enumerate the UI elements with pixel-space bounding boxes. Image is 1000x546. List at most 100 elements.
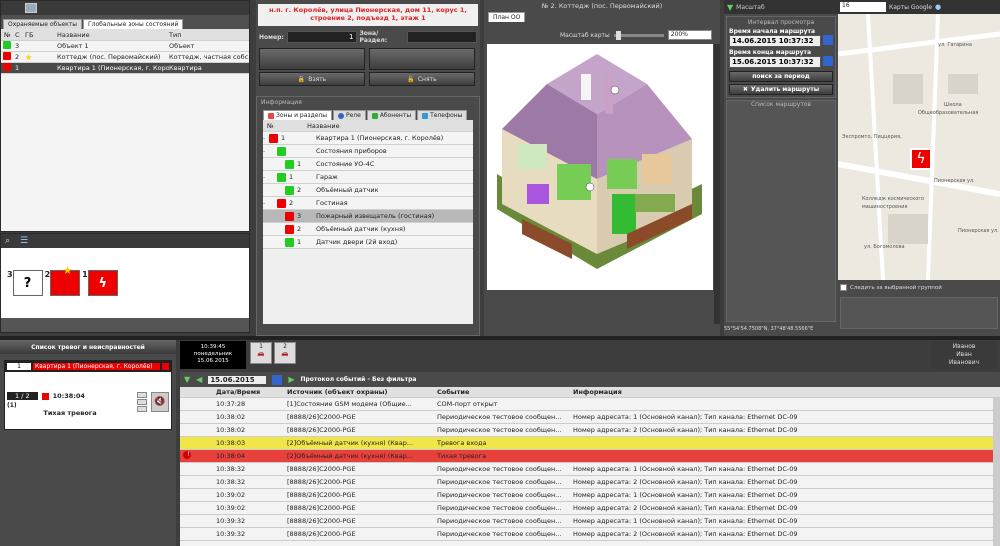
calendar-icon[interactable] bbox=[272, 374, 283, 385]
vehicle-1-icon[interactable]: 1 🚗 bbox=[250, 342, 272, 364]
event-row[interactable]: 10:38:03 [2]Объёмный датчик (кухня) (Ква… bbox=[180, 437, 1000, 450]
event-row[interactable]: 10:39:02 [8888/26]С2000-PGE Периодическо… bbox=[180, 489, 1000, 502]
expand-icon[interactable]: - bbox=[263, 148, 277, 155]
globe-icon[interactable]: ● bbox=[935, 3, 941, 11]
action-button[interactable] bbox=[137, 406, 147, 412]
event-row[interactable]: 10:39:32 [8888/26]С2000-PGE Периодическо… bbox=[180, 515, 1000, 528]
action-button[interactable] bbox=[137, 392, 147, 398]
calendar-icon[interactable] bbox=[823, 35, 833, 45]
event-name: Периодическое тестовое сообщен... bbox=[437, 465, 562, 473]
tab-protected-objects[interactable]: Охраняемые объекты bbox=[3, 19, 83, 29]
object-marker-icon[interactable]: ϟ bbox=[910, 148, 932, 170]
end-datetime[interactable]: 15.06.2015 10:37:32 bbox=[729, 56, 821, 68]
zone-row[interactable]: - 1 Квартира 1 (Пионерская, г. Королёв) bbox=[263, 132, 473, 145]
house-plan[interactable] bbox=[487, 44, 713, 290]
zone-row[interactable]: - Состояния приборов bbox=[263, 145, 473, 158]
event-name: Тихая тревога bbox=[437, 452, 487, 460]
tab-relay[interactable]: Реле bbox=[332, 110, 366, 120]
clock-day: понедельник bbox=[193, 351, 233, 357]
col-event: Событие bbox=[437, 388, 470, 396]
event-row[interactable]: 10:39:32 [8888/26]С2000-PGE Периодическо… bbox=[180, 528, 1000, 541]
zone-name: Квартира 1 (Пионерская, г. Королёв) bbox=[316, 134, 444, 142]
object-row[interactable]: 2 ★ Коттедж (пос. Первомайский) Коттедж,… bbox=[1, 52, 249, 63]
number-field[interactable]: 1 bbox=[286, 31, 357, 43]
zone-row[interactable]: 3 Пожарный извещатель (гостиная) bbox=[263, 210, 473, 223]
routes-title: Список маршрутов bbox=[750, 101, 812, 108]
refresh-icon[interactable]: ◀ bbox=[196, 375, 202, 384]
scale-slider[interactable] bbox=[613, 30, 664, 40]
plan-scrollbar[interactable] bbox=[714, 44, 720, 324]
zone-row[interactable]: 1 Датчик двери (2й вход) bbox=[263, 236, 473, 249]
map-label: ул. Гагарина bbox=[938, 42, 972, 48]
blank-button-1[interactable] bbox=[259, 48, 365, 70]
event-row[interactable]: 10:38:32 [8888/26]С2000-PGE Периодическо… bbox=[180, 463, 1000, 476]
event-row[interactable]: ! 10:38:04 [2]Объёмный датчик (кухня) (К… bbox=[180, 450, 1000, 463]
event-row[interactable]: 10:38:02 [8888/26]С2000-PGE Периодическо… bbox=[180, 411, 1000, 424]
object-tile[interactable]: 2 ★ bbox=[45, 264, 81, 296]
zone-row[interactable]: 2 Объёмный датчик (кухня) bbox=[263, 223, 473, 236]
user-last-name: Иванов bbox=[952, 343, 976, 350]
filter-icon[interactable]: ▼ bbox=[727, 3, 733, 12]
scale-select[interactable]: 200% bbox=[667, 30, 712, 40]
tab-phones[interactable]: Телефоны bbox=[417, 110, 468, 120]
map-view[interactable]: ул. Гагарина Школа Общеобразовательная Э… bbox=[838, 14, 1000, 280]
expand-icon[interactable]: - bbox=[263, 174, 277, 181]
tab-zones[interactable]: Зоны и разделы bbox=[263, 110, 332, 120]
action-button[interactable] bbox=[137, 399, 147, 405]
event-source: [8888/26]С2000-PGE bbox=[287, 504, 356, 512]
blank-button-2[interactable] bbox=[369, 48, 475, 70]
events-scrollbar[interactable] bbox=[993, 398, 1000, 546]
list-view-icon[interactable] bbox=[25, 3, 37, 13]
tab-plan[interactable]: План ОО bbox=[488, 12, 526, 22]
calendar-icon[interactable] bbox=[823, 56, 833, 66]
mute-icon[interactable]: 🔇 bbox=[151, 392, 169, 412]
event-name: Периодическое тестовое сообщен... bbox=[437, 504, 562, 512]
delete-routes-button[interactable]: ✖ Удалить маршруты bbox=[729, 84, 833, 95]
remove-button[interactable]: 🔓 Снять bbox=[369, 72, 475, 86]
zone-row[interactable]: 1 Состояние УО-4С bbox=[263, 158, 473, 171]
zone-row[interactable]: - 2 Гостиная bbox=[263, 197, 473, 210]
filter-icon[interactable]: ▼ bbox=[184, 375, 190, 384]
scale-slider-handle[interactable] bbox=[615, 30, 621, 40]
event-source: [8888/26]С2000-PGE bbox=[287, 530, 356, 538]
start-label: Время начала маршрута bbox=[729, 28, 816, 35]
col-type: Тип bbox=[169, 30, 182, 39]
zoom-icon[interactable]: ⌕ bbox=[5, 236, 10, 246]
object-row[interactable]: 3 Объект 1 Объект bbox=[1, 41, 249, 52]
map-zoom-select[interactable]: 16 bbox=[840, 2, 886, 12]
event-date-field[interactable]: 15.06.2015 bbox=[208, 375, 267, 384]
object-tile[interactable]: 3 ? bbox=[7, 270, 43, 296]
event-source: [8888/26]С2000-PGE bbox=[287, 478, 356, 486]
event-row[interactable]: 10:38:32 [8888/26]С2000-PGE Периодическо… bbox=[180, 476, 1000, 489]
next-icon[interactable]: ▶ bbox=[288, 375, 294, 384]
event-time: 10:37:28 bbox=[216, 400, 246, 408]
view-icon[interactable]: ☰ bbox=[20, 236, 28, 246]
search-period-button[interactable]: поиск за период bbox=[729, 71, 833, 82]
event-row[interactable]: 10:37:28 [1]Состояние GSM модема (Общие.… bbox=[180, 398, 1000, 411]
vehicle-icons: 1 🚗 2 🚗 bbox=[250, 342, 296, 364]
event-row[interactable]: 10:39:02 [8888/26]С2000-PGE Периодическо… bbox=[180, 502, 1000, 515]
take-button[interactable]: 🔒 Взять bbox=[259, 72, 365, 86]
object-tile[interactable]: 1 ϟ bbox=[82, 270, 118, 296]
expand-icon[interactable]: - bbox=[263, 200, 277, 207]
event-row[interactable]: 10:38:02 [8888/26]С2000-PGE Периодическо… bbox=[180, 424, 1000, 437]
zone-field[interactable] bbox=[407, 31, 477, 43]
object-num: 2 bbox=[15, 53, 20, 61]
zone-num: 2 bbox=[289, 199, 294, 207]
event-name: Периодическое тестовое сообщен... bbox=[437, 478, 562, 486]
event-time: 10:38:04 bbox=[216, 452, 246, 460]
object-row[interactable]: 1 Квартира 1 (Пионерская, г. Королев) Кв… bbox=[1, 63, 249, 74]
zone-row[interactable]: - 1 Гараж bbox=[263, 171, 473, 184]
coords-readout: 55°54'54.7508"N, 37°48'48.5566"E bbox=[724, 326, 814, 332]
follow-group-checkbox[interactable] bbox=[840, 284, 847, 291]
vehicle-2-icon[interactable]: 2 🚗 bbox=[274, 342, 296, 364]
house-illustration bbox=[497, 54, 702, 269]
alarm-item[interactable]: 1 Квартира 1 (Пионерская, г. Королёв) bbox=[5, 361, 171, 372]
relay-icon bbox=[337, 112, 344, 119]
zone-row[interactable]: 2 Объёмный датчик bbox=[263, 184, 473, 197]
object-state-icon bbox=[3, 63, 11, 71]
object-icons-area: 3 ? 2 ★ 1 ϟ bbox=[1, 248, 249, 318]
tab-global-zones[interactable]: Глобальные зоны состояний bbox=[83, 19, 184, 29]
start-datetime[interactable]: 14.06.2015 10:37:32 bbox=[729, 35, 821, 47]
tab-subscribers[interactable]: Абоненты bbox=[366, 110, 417, 120]
